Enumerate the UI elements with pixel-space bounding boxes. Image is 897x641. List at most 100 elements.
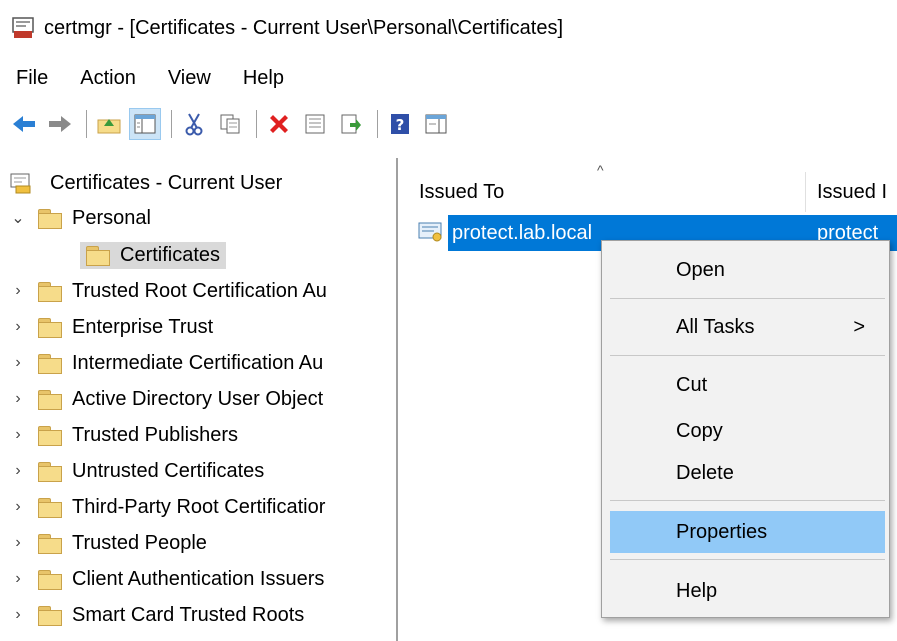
menu-item-label: Cut bbox=[676, 373, 708, 396]
toolbar-separator bbox=[86, 110, 87, 138]
tree-item-trusted-root[interactable]: › Trusted Root Certification Au bbox=[8, 274, 327, 308]
folder-icon bbox=[38, 570, 62, 590]
menu-view[interactable]: View bbox=[152, 67, 227, 90]
tree-item-label: Intermediate Certification Au bbox=[72, 351, 324, 374]
console-tree[interactable]: Certificates - Current User ⌄ Personal C… bbox=[0, 158, 398, 641]
chevron-right-icon[interactable]: › bbox=[8, 318, 28, 336]
menu-item-all-tasks[interactable]: All Tasks > bbox=[610, 309, 885, 345]
tree-item-label: Third-Party Root Certificatior bbox=[72, 495, 326, 518]
chevron-down-icon[interactable]: ⌄ bbox=[8, 208, 28, 228]
tree-item-smart-card-roots[interactable]: › Smart Card Trusted Roots bbox=[8, 598, 304, 632]
folder-icon bbox=[38, 209, 62, 229]
tree-root[interactable]: Certificates - Current User bbox=[10, 166, 282, 200]
svg-text:?: ? bbox=[396, 116, 405, 134]
folder-icon bbox=[38, 426, 62, 446]
folder-icon bbox=[38, 606, 62, 626]
tree-item-trusted-people[interactable]: › Trusted People bbox=[8, 526, 207, 560]
chevron-right-icon[interactable]: › bbox=[8, 390, 28, 408]
menu-item-label: Properties bbox=[676, 520, 768, 543]
help-icon[interactable]: ? bbox=[384, 108, 416, 140]
folder-icon bbox=[86, 246, 110, 266]
action-pane-icon[interactable] bbox=[420, 108, 452, 140]
export-icon[interactable] bbox=[335, 108, 367, 140]
tree-item-enterprise-trust[interactable]: › Enterprise Trust bbox=[8, 310, 213, 344]
menu-item-label: Copy bbox=[676, 419, 723, 442]
properties-icon[interactable] bbox=[299, 108, 331, 140]
menu-separator bbox=[610, 500, 885, 501]
chevron-right-icon[interactable]: › bbox=[8, 462, 28, 480]
menu-item-delete[interactable]: Delete bbox=[610, 455, 885, 491]
back-arrow-icon[interactable] bbox=[8, 108, 40, 140]
tree-root-label: Certificates - Current User bbox=[50, 171, 283, 194]
tree-item-label: Trusted People bbox=[72, 531, 207, 554]
cut-icon[interactable] bbox=[178, 108, 210, 140]
column-divider[interactable] bbox=[805, 172, 806, 212]
cell-issued-to: protect.lab.local bbox=[452, 221, 593, 244]
show-hide-tree-icon[interactable] bbox=[129, 108, 161, 140]
tree-item-ad-user-object[interactable]: › Active Directory User Object bbox=[8, 382, 323, 416]
menu-file[interactable]: File bbox=[0, 67, 64, 90]
chevron-right-icon[interactable]: › bbox=[8, 354, 28, 372]
tree-item-label: Trusted Publishers bbox=[72, 423, 238, 446]
delete-icon[interactable] bbox=[263, 108, 295, 140]
menu-item-label: Delete bbox=[676, 461, 734, 484]
toolbar: ? bbox=[0, 104, 897, 144]
tree-item-label: Smart Card Trusted Roots bbox=[72, 603, 305, 626]
certmgr-app-icon bbox=[12, 17, 34, 39]
certificate-icon bbox=[418, 220, 444, 244]
submenu-arrow-icon: > bbox=[853, 315, 865, 338]
tree-item-label: Client Authentication Issuers bbox=[72, 567, 325, 590]
tree-item-personal[interactable]: ⌄ Personal bbox=[8, 201, 151, 235]
menu-item-properties[interactable]: Properties bbox=[610, 511, 885, 553]
column-header-issued-by[interactable]: Issued I bbox=[817, 172, 887, 212]
chevron-right-icon[interactable]: › bbox=[8, 570, 28, 588]
menu-separator bbox=[610, 559, 885, 560]
tree-item-selected: Certificates bbox=[80, 241, 227, 269]
toolbar-separator bbox=[171, 110, 172, 138]
menu-item-help[interactable]: Help bbox=[610, 573, 885, 609]
sort-ascending-icon: ^ bbox=[597, 162, 604, 178]
tree-item-untrusted[interactable]: › Untrusted Certificates bbox=[8, 454, 264, 488]
tree-item-label: Untrusted Certificates bbox=[72, 459, 265, 482]
menu-separator bbox=[610, 355, 885, 356]
tree-item-certificates[interactable]: Certificates bbox=[80, 238, 227, 272]
tree-item-label: Trusted Root Certification Au bbox=[72, 279, 327, 302]
tree-item-label: Personal bbox=[72, 206, 151, 229]
context-menu: Open All Tasks > Cut Copy Delete Propert… bbox=[601, 240, 890, 618]
menu-item-cut[interactable]: Cut bbox=[610, 367, 885, 403]
tree-item-trusted-publishers[interactable]: › Trusted Publishers bbox=[8, 418, 238, 452]
copy-icon[interactable] bbox=[214, 108, 246, 140]
folder-icon bbox=[38, 462, 62, 482]
menu-bar: File Action View Help bbox=[0, 60, 300, 96]
chevron-right-icon[interactable]: › bbox=[8, 426, 28, 444]
chevron-right-icon[interactable]: › bbox=[8, 282, 28, 300]
window-title: certmgr - [Certificates - Current User\P… bbox=[44, 16, 564, 39]
menu-item-label: All Tasks bbox=[676, 315, 755, 338]
tree-item-label: Enterprise Trust bbox=[72, 315, 214, 338]
title-bar: certmgr - [Certificates - Current User\P… bbox=[0, 0, 897, 56]
tree-item-label: Active Directory User Object bbox=[72, 387, 324, 410]
tree-item-label: Certificates bbox=[120, 243, 221, 266]
chevron-right-icon[interactable]: › bbox=[8, 534, 28, 552]
column-header-issued-to[interactable]: Issued To bbox=[419, 172, 504, 212]
chevron-right-icon[interactable]: › bbox=[8, 498, 28, 516]
tree-item-third-party-root[interactable]: › Third-Party Root Certificatior bbox=[8, 490, 325, 524]
folder-icon bbox=[38, 498, 62, 518]
menu-item-copy[interactable]: Copy bbox=[610, 413, 885, 449]
menu-item-label: Open bbox=[676, 258, 725, 281]
menu-help[interactable]: Help bbox=[227, 67, 300, 90]
toolbar-separator bbox=[377, 110, 378, 138]
chevron-right-icon[interactable]: › bbox=[8, 606, 28, 624]
folder-icon bbox=[38, 318, 62, 338]
toolbar-separator bbox=[256, 110, 257, 138]
menu-item-open[interactable]: Open bbox=[610, 252, 885, 288]
tree-item-client-auth-issuers[interactable]: › Client Authentication Issuers bbox=[8, 562, 324, 596]
menu-item-label: Help bbox=[676, 579, 718, 602]
folder-icon bbox=[38, 390, 62, 410]
folder-icon bbox=[38, 282, 62, 302]
menu-action[interactable]: Action bbox=[64, 67, 152, 90]
up-folder-icon[interactable] bbox=[93, 108, 125, 140]
folder-icon bbox=[38, 354, 62, 374]
forward-arrow-icon[interactable] bbox=[44, 108, 76, 140]
tree-item-intermediate[interactable]: › Intermediate Certification Au bbox=[8, 346, 323, 380]
